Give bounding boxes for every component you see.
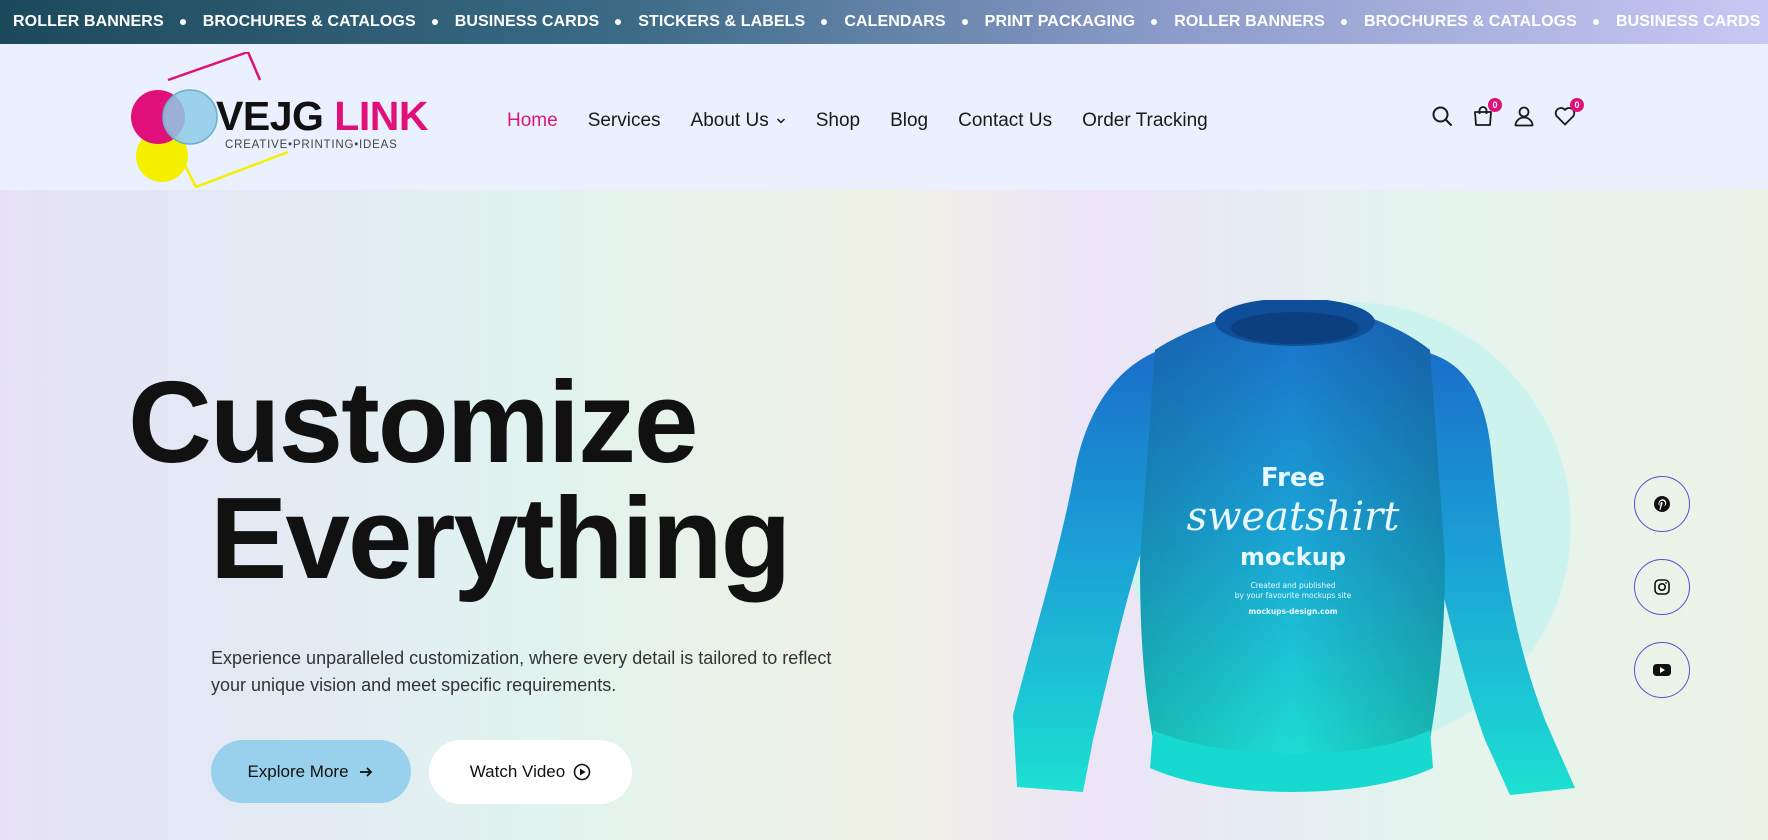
- nav-item-about-us[interactable]: About Us: [691, 110, 786, 132]
- sweatshirt-mockup-image: Free sweatshirt mockup Created and publi…: [1013, 300, 1575, 795]
- mockup-text-free: Free: [1261, 463, 1325, 493]
- hero-title-line-2: Everything: [210, 473, 791, 603]
- nav-label: Home: [507, 110, 558, 131]
- instagram-icon: [1654, 579, 1670, 595]
- account-button[interactable]: [1512, 104, 1536, 128]
- marquee-item: ROLLER BANNERS: [13, 13, 203, 31]
- search-button[interactable]: [1430, 104, 1454, 128]
- marquee-item-label: STICKERS & LABELS: [638, 13, 806, 30]
- nav-label: Blog: [890, 110, 929, 131]
- marquee-item-label: BROCHURES & CATALOGS: [1363, 13, 1577, 30]
- nav-label: Order Tracking: [1082, 110, 1208, 131]
- marquee-separator-dot: [821, 19, 828, 25]
- marquee-item: ROLLER BANNERS: [1174, 13, 1364, 31]
- marquee-item-label: CALENDARS: [844, 13, 946, 30]
- mockup-text-small-2: by your favourite mockups site: [1235, 591, 1352, 600]
- marquee-track: ROLLER BANNERS BROCHURES & CATALOGS BUSINE…: [13, 0, 1760, 44]
- nav-item-order-tracking[interactable]: Order Tracking: [1082, 110, 1208, 132]
- mockup-text-small-1: Created and published: [1250, 581, 1335, 590]
- site-logo[interactable]: VEJG LINK CREATIVE•PRINTING•IDEAS: [128, 50, 428, 189]
- search-icon: [1432, 106, 1452, 126]
- cart-button[interactable]: 0: [1471, 98, 1502, 128]
- marquee-item: BUSINESS CARDS: [1616, 13, 1761, 31]
- watch-video-button[interactable]: Watch Video: [429, 740, 632, 804]
- marquee-item: BROCHURES & CATALOGS: [1364, 13, 1616, 31]
- marquee-item: PRINT PACKAGING: [985, 13, 1175, 31]
- nav-item-contact-us[interactable]: Contact Us: [958, 110, 1052, 132]
- logo-word-2: LINK: [334, 93, 428, 139]
- promo-marquee: ROLLER BANNERS BROCHURES & CATALOGS BUSINE…: [0, 0, 1768, 44]
- marquee-separator-dot: [1592, 19, 1599, 25]
- marquee-item: BUSINESS CARDS: [455, 13, 639, 31]
- hero-title-line-1: Customize: [128, 357, 699, 487]
- header-actions: 0 0: [1430, 98, 1594, 128]
- pinterest-icon: [1654, 496, 1670, 512]
- arrow-right-icon: [359, 766, 372, 777]
- explore-more-button[interactable]: Explore More: [211, 740, 411, 803]
- youtube-icon: [1653, 664, 1671, 676]
- nav-item-shop[interactable]: Shop: [816, 110, 860, 132]
- marquee-separator-dot: [431, 19, 438, 25]
- mockup-text-mockup: mockup: [1240, 543, 1346, 571]
- marquee-item-label: BUSINESS CARDS: [454, 13, 600, 30]
- marquee-item: CALENDARS: [844, 13, 984, 31]
- marquee-item-label: ROLLER BANNERS: [13, 13, 164, 30]
- nav-label: Services: [587, 110, 661, 131]
- marquee-item-label: ROLLER BANNERS: [1174, 13, 1325, 30]
- marquee-separator-dot: [179, 19, 186, 25]
- marquee-separator-dot: [615, 19, 622, 25]
- marquee-item-label: BROCHURES & CATALOGS: [202, 13, 416, 30]
- nav-label: Contact Us: [958, 110, 1053, 131]
- marquee-separator-dot: [1151, 19, 1158, 25]
- user-icon: [1514, 106, 1534, 127]
- logo-word-1: VEJG: [216, 93, 324, 139]
- hero-description: Experience unparalleled customization, w…: [211, 648, 832, 695]
- cart-count-badge: 0: [1488, 98, 1502, 112]
- pinterest-link[interactable]: [1634, 476, 1690, 532]
- wishlist-button[interactable]: 0: [1553, 98, 1584, 128]
- marquee-item-label: BUSINESS CARDS: [1615, 13, 1761, 30]
- mockup-text-sweatshirt: sweatshirt: [1187, 494, 1401, 540]
- watch-video-label: Watch Video: [469, 762, 566, 781]
- chevron-down-icon: [776, 118, 785, 124]
- nav-label: Shop: [815, 110, 861, 131]
- nav-item-services[interactable]: Services: [588, 110, 661, 132]
- logo-wordmark: VEJG LINK: [216, 96, 428, 137]
- instagram-link[interactable]: [1634, 559, 1690, 615]
- marquee-item-label: PRINT PACKAGING: [984, 13, 1136, 30]
- marquee-separator-dot: [961, 19, 968, 25]
- mockup-text-url: mockups-design.com: [1248, 607, 1337, 616]
- nav-label: About Us: [690, 110, 769, 131]
- marquee-separator-dot: [1340, 19, 1347, 25]
- nav-item-home[interactable]: Home: [507, 110, 558, 132]
- marquee-item: BROCHURES & CATALOGS: [203, 13, 455, 31]
- site-header: VEJG LINK CREATIVE•PRINTING•IDEAS Home S…: [0, 44, 1768, 190]
- play-circle-icon: [573, 763, 591, 781]
- logo-tagline: CREATIVE•PRINTING•IDEAS: [225, 139, 398, 151]
- marquee-item: STICKERS & LABELS: [638, 13, 844, 31]
- explore-more-label: Explore More: [247, 761, 349, 781]
- wishlist-count-badge: 0: [1570, 98, 1584, 112]
- main-nav: Home Services About Us Shop Blog Contact…: [507, 106, 1238, 136]
- youtube-link[interactable]: [1634, 642, 1690, 698]
- nav-item-blog[interactable]: Blog: [890, 110, 928, 132]
